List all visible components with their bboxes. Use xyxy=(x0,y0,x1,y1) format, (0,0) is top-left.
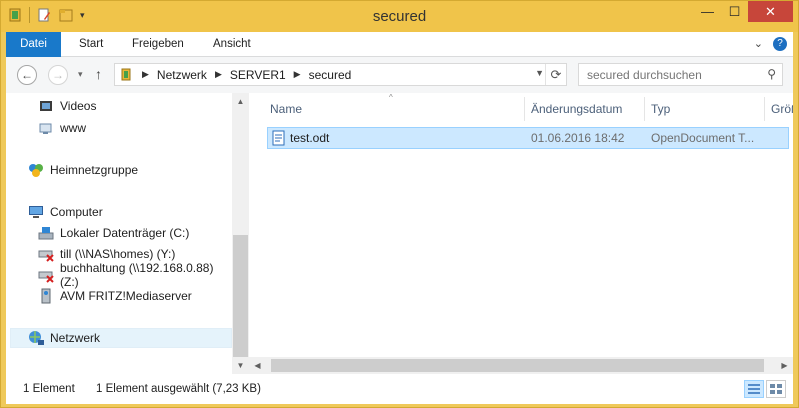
window-title: secured xyxy=(372,8,427,25)
drive-icon xyxy=(38,225,54,241)
nav-item-label: AVM FRITZ!Mediaserver xyxy=(60,289,192,303)
column-header-name[interactable]: Name xyxy=(270,97,302,121)
file-name: test.odt xyxy=(290,131,330,145)
network-folder-icon xyxy=(38,120,54,136)
nav-item-drive-z[interactable]: buchhaltung (\\192.168.0.88) (Z:) xyxy=(38,261,232,289)
refresh-button[interactable]: ⟳ xyxy=(545,64,566,85)
nav-item-www[interactable]: www xyxy=(38,118,86,138)
breadcrumb-netzwerk[interactable]: Netzwerk xyxy=(157,68,207,82)
nav-item-mediaserver[interactable]: AVM FRITZ!Mediaserver xyxy=(38,286,192,306)
large-icons-view-button[interactable] xyxy=(766,380,786,398)
scroll-left-icon[interactable]: ◀ xyxy=(249,357,266,374)
nav-item-label: Computer xyxy=(50,205,103,219)
network-icon xyxy=(28,330,44,346)
nav-item-label: till (\\NAS\homes) (Y:) xyxy=(60,247,176,261)
nav-item-label: Lokaler Datenträger (C:) xyxy=(60,226,190,240)
chevron-down-icon[interactable]: ▼ xyxy=(535,68,544,78)
main-content: Videos www Heimnetzgruppe Computer Lokal… xyxy=(6,93,793,374)
navigation-bar: ← → ▾ ↑ ▶ Netzwerk ▶ SERVER1 ▶ secured ▼… xyxy=(6,57,793,93)
recent-locations-icon[interactable]: ▾ xyxy=(78,69,83,80)
nav-item-videos[interactable]: Videos xyxy=(38,96,96,116)
maximize-button[interactable]: ☐ xyxy=(721,1,748,22)
homegroup-icon xyxy=(28,162,44,178)
nav-item-computer[interactable]: Computer xyxy=(28,202,103,222)
selection-info: 1 Element ausgewählt (7,23 KB) xyxy=(96,383,261,395)
nav-item-heimnetzgruppe[interactable]: Heimnetzgruppe xyxy=(28,160,138,180)
video-icon xyxy=(38,98,54,114)
nav-item-label: Videos xyxy=(60,99,97,113)
scroll-up-icon[interactable]: ▲ xyxy=(232,93,249,110)
column-header-type[interactable]: Typ xyxy=(651,97,670,121)
scrollbar-thumb[interactable] xyxy=(271,359,764,372)
nav-item-netzwerk[interactable]: Netzwerk xyxy=(10,328,232,348)
up-button[interactable]: ↑ xyxy=(95,66,102,82)
disconnected-drive-icon xyxy=(38,267,54,283)
address-bar[interactable]: ▶ Netzwerk ▶ SERVER1 ▶ secured ▼ ⟳ xyxy=(114,63,567,86)
large-icons-view-icon xyxy=(770,384,782,394)
scrollbar-thumb[interactable] xyxy=(233,235,248,357)
document-icon xyxy=(272,130,286,149)
tab-datei[interactable]: Datei xyxy=(6,32,61,57)
nav-item-label: Netzwerk xyxy=(50,331,101,345)
breadcrumb-server1[interactable]: SERVER1 xyxy=(230,68,286,82)
column-separator[interactable] xyxy=(764,97,765,121)
title-bar: ▾ secured — ☐ ✕ xyxy=(1,1,798,32)
file-row[interactable]: test.odt 01.06.2016 18:42 OpenDocument T… xyxy=(267,127,789,149)
scroll-down-icon[interactable]: ▼ xyxy=(232,357,249,374)
nav-item-label: buchhaltung (\\192.168.0.88) (Z:) xyxy=(60,261,214,289)
scroll-right-icon[interactable]: ▶ xyxy=(776,357,793,374)
media-server-icon xyxy=(38,288,54,304)
search-box[interactable]: ⚲ xyxy=(578,63,783,86)
computer-icon xyxy=(28,204,44,220)
nav-item-label: www xyxy=(60,121,86,135)
status-bar: 1 Element 1 Element ausgewählt (7,23 KB) xyxy=(6,374,793,404)
search-input[interactable] xyxy=(579,64,754,85)
file-list: ^ Name Änderungsdatum Typ Größe test.odt… xyxy=(249,93,793,374)
column-header-size[interactable]: Größe xyxy=(771,97,793,121)
navigation-pane-scrollbar[interactable]: ▲ ▼ xyxy=(232,93,249,374)
sort-ascending-icon: ^ xyxy=(389,93,393,102)
column-separator[interactable] xyxy=(644,97,645,121)
close-button[interactable]: ✕ xyxy=(748,1,793,22)
breadcrumb: ▶ Netzwerk ▶ SERVER1 ▶ secured xyxy=(142,68,351,82)
forward-button[interactable]: → xyxy=(48,65,68,85)
navigation-pane: Videos www Heimnetzgruppe Computer Lokal… xyxy=(6,93,232,374)
breadcrumb-secured[interactable]: secured xyxy=(309,68,352,82)
network-folder-icon xyxy=(120,68,134,82)
chevron-right-icon[interactable]: ▶ xyxy=(215,69,222,80)
tab-ansicht[interactable]: Ansicht xyxy=(213,32,251,57)
expand-ribbon-icon[interactable]: ⌄ xyxy=(754,37,763,51)
explorer-window: ▾ secured — ☐ ✕ Datei Start Freigeben An… xyxy=(0,0,799,408)
tab-start[interactable]: Start xyxy=(79,32,103,57)
nav-item-drive-c[interactable]: Lokaler Datenträger (C:) xyxy=(38,223,189,243)
minimize-button[interactable]: — xyxy=(694,1,721,22)
ribbon-tabs: Datei Start Freigeben Ansicht ⌄ ? xyxy=(6,32,793,57)
help-icon[interactable]: ? xyxy=(773,37,787,51)
tab-freigeben[interactable]: Freigeben xyxy=(132,32,184,57)
item-count: 1 Element xyxy=(23,383,75,395)
details-view-button[interactable] xyxy=(744,380,764,398)
file-date: 01.06.2016 18:42 xyxy=(531,131,625,145)
back-button[interactable]: ← xyxy=(17,65,37,85)
column-separator[interactable] xyxy=(524,97,525,121)
chevron-right-icon[interactable]: ▶ xyxy=(294,69,301,80)
window-controls: — ☐ ✕ xyxy=(694,1,793,22)
chevron-right-icon[interactable]: ▶ xyxy=(142,69,149,80)
file-list-scrollbar[interactable]: ◀ ▶ xyxy=(249,357,793,374)
disconnected-drive-icon xyxy=(38,246,54,262)
ribbon-controls: ⌄ ? xyxy=(754,37,787,51)
column-header-date[interactable]: Änderungsdatum xyxy=(531,97,622,121)
nav-item-label: Heimnetzgruppe xyxy=(50,163,139,177)
file-type: OpenDocument T... xyxy=(651,131,755,145)
details-view-icon xyxy=(748,384,760,394)
search-icon[interactable]: ⚲ xyxy=(767,67,776,81)
